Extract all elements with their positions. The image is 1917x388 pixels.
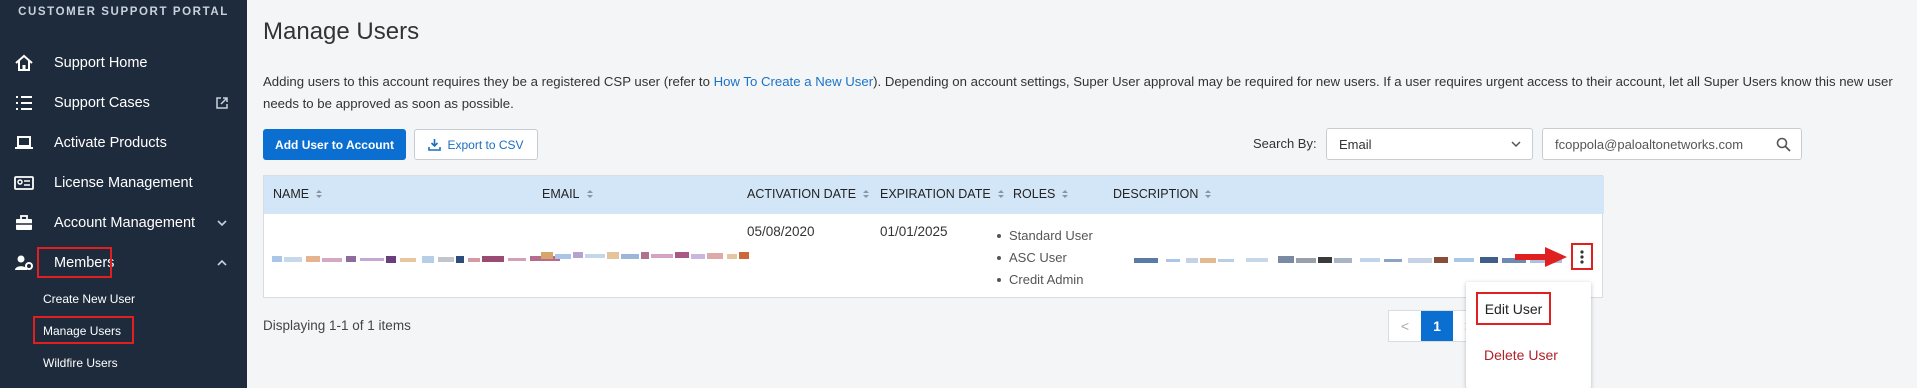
role-item: Standard User xyxy=(997,225,1093,247)
roles-list: Standard User ASC User Credit Admin xyxy=(997,225,1093,291)
briefcase-icon xyxy=(12,211,36,235)
sidebar-item-label: Account Management xyxy=(54,215,196,231)
chevron-down-icon[interactable] xyxy=(215,216,229,230)
add-user-button[interactable]: Add User to Account xyxy=(263,129,406,160)
search-input[interactable]: fcoppola@paloaltonetworks.com xyxy=(1542,128,1802,160)
main-content: Manage Users Adding users to this accoun… xyxy=(247,0,1917,388)
how-to-create-user-link[interactable]: How To Create a New User xyxy=(714,74,874,89)
sidebar-item-support-cases[interactable]: Support Cases xyxy=(0,83,247,123)
column-header-name[interactable]: NAME xyxy=(273,187,323,201)
column-header-email[interactable]: EMAIL xyxy=(542,187,594,201)
row-actions-button[interactable] xyxy=(1571,243,1593,270)
export-csv-button[interactable]: Export to CSV xyxy=(414,129,538,160)
external-link-icon[interactable] xyxy=(215,96,229,110)
sidebar-item-license-management[interactable]: License Management xyxy=(0,163,247,203)
sort-icon xyxy=(1205,190,1212,198)
highlight-box xyxy=(37,247,112,278)
chevron-up-icon[interactable] xyxy=(215,256,229,270)
column-header-roles[interactable]: ROLES xyxy=(1013,187,1069,201)
sidebar-subitem-create-new-user[interactable]: Create New User xyxy=(43,292,135,306)
users-table: NAME EMAIL ACTIVATION DATE EXPIRATION DA… xyxy=(263,175,1604,298)
role-item: ASC User xyxy=(997,247,1093,269)
brand-title: CUSTOMER SUPPORT PORTAL xyxy=(18,6,229,18)
role-item: Credit Admin xyxy=(997,269,1093,291)
highlight-box xyxy=(33,316,134,344)
sidebar-item-label: Support Home xyxy=(54,55,148,71)
kebab-icon xyxy=(1580,249,1584,264)
users-gear-icon xyxy=(12,251,36,275)
laptop-icon xyxy=(12,131,36,155)
expiration-date-cell: 01/01/2025 xyxy=(880,224,948,239)
sidebar-item-label: Support Cases xyxy=(54,95,150,111)
page-title: Manage Users xyxy=(263,18,420,45)
chevron-down-icon xyxy=(1511,141,1521,148)
sort-icon xyxy=(863,190,870,198)
delete-user-menu-item[interactable]: Delete User xyxy=(1484,347,1558,363)
download-icon xyxy=(428,139,442,151)
sidebar-item-label: License Management xyxy=(54,175,193,191)
redacted-name xyxy=(272,256,560,263)
sort-icon xyxy=(1062,190,1069,198)
sort-icon xyxy=(586,190,593,198)
column-header-activation-date[interactable]: ACTIVATION DATE xyxy=(747,187,870,201)
search-by-select[interactable]: Email xyxy=(1326,128,1533,160)
prev-page-button[interactable]: < xyxy=(1389,311,1421,341)
search-by-label: Search By: xyxy=(1253,136,1317,151)
table-header: NAME EMAIL ACTIVATION DATE EXPIRATION DA… xyxy=(264,176,1604,214)
activation-date-cell: 05/08/2020 xyxy=(747,224,815,239)
sort-icon xyxy=(997,190,1004,198)
sidebar-item-activate-products[interactable]: Activate Products xyxy=(0,123,247,163)
sort-icon xyxy=(316,190,323,198)
edit-user-menu-item[interactable]: Edit User xyxy=(1476,292,1551,325)
license-icon xyxy=(12,171,36,195)
home-icon xyxy=(12,51,36,75)
sidebar-subitem-wildfire-users[interactable]: Wildfire Users xyxy=(43,356,118,370)
sidebar-item-account-management[interactable]: Account Management xyxy=(0,203,247,243)
sidebar-item-support-home[interactable]: Support Home xyxy=(0,43,247,83)
sidebar-item-label: Activate Products xyxy=(54,135,167,151)
column-header-expiration-date[interactable]: EXPIRATION DATE xyxy=(880,187,1005,201)
search-icon[interactable] xyxy=(1776,137,1791,152)
pointer-arrow-icon xyxy=(1515,247,1567,267)
sidebar: CUSTOMER SUPPORT PORTAL Support Home Sup… xyxy=(0,0,247,388)
column-header-description[interactable]: DESCRIPTION xyxy=(1113,187,1212,201)
redacted-description xyxy=(1134,256,1562,263)
info-text: Adding users to this account requires th… xyxy=(263,74,1893,111)
list-icon xyxy=(12,91,36,115)
redacted-email xyxy=(541,252,749,259)
page-button-1[interactable]: 1 xyxy=(1421,311,1453,341)
pagination-summary: Displaying 1-1 of 1 items xyxy=(263,318,411,333)
